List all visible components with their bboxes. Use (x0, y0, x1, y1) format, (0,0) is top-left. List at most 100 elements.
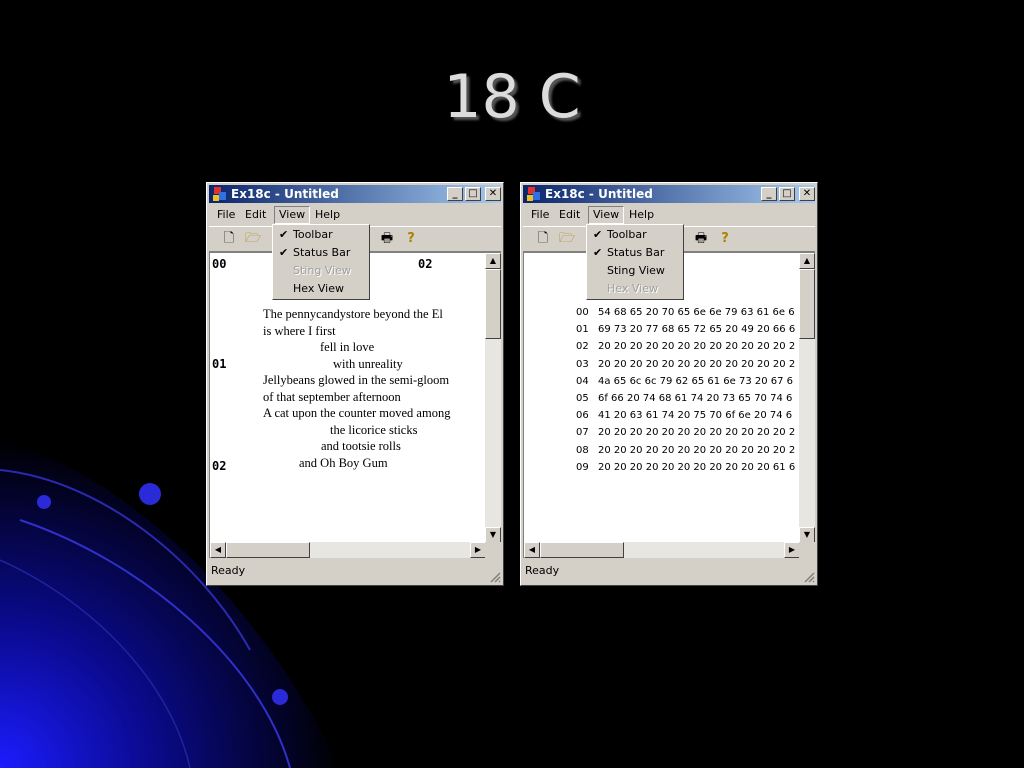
menu-file[interactable]: File (213, 207, 239, 223)
hex-bytes: 20 20 20 20 20 20 20 20 20 20 20 20 2 (598, 341, 796, 353)
slide-title: 18 C (443, 62, 581, 132)
maximize-icon[interactable]: □ (465, 187, 481, 201)
poem-line: and Oh Boy Gum (299, 456, 388, 470)
print-icon[interactable]: 🖶 (691, 230, 711, 248)
help-icon[interactable]: ? (715, 230, 735, 248)
minimize-icon[interactable]: _ (761, 187, 777, 201)
hex-row: 08 20 20 20 20 20 20 20 20 20 20 20 20 2 (576, 445, 795, 456)
view-menu-dropdown: ✔ Toolbar ✔ Status Bar Sting View Hex View (586, 224, 684, 300)
help-icon[interactable]: ? (401, 230, 421, 248)
check-icon: ✔ (593, 246, 603, 259)
scroll-down-icon[interactable]: ▼ (485, 527, 501, 543)
maximize-icon[interactable]: □ (779, 187, 795, 201)
close-icon[interactable]: ✕ (799, 187, 815, 201)
horizontal-scrollbar[interactable]: ◀ ▶ (210, 542, 486, 558)
poem-line: of that september afternoon (263, 390, 401, 404)
menu-item-toolbar[interactable]: ✔ Toolbar (273, 226, 369, 244)
scroll-up-icon[interactable]: ▲ (799, 253, 815, 269)
scroll-left-icon[interactable]: ◀ (524, 542, 540, 558)
menu-item-status-bar[interactable]: ✔ Status Bar (273, 244, 369, 262)
menu-item-label: Sting View (293, 264, 351, 277)
menu-item-label: Sting View (607, 264, 665, 277)
menu-file[interactable]: File (527, 207, 553, 223)
menu-edit[interactable]: Edit (241, 207, 270, 223)
vertical-scroll-thumb[interactable] (799, 269, 815, 339)
title-bar[interactable]: Ex18c - Untitled _ □ ✕ (209, 185, 501, 203)
vertical-scrollbar[interactable]: ▲ ▼ (485, 253, 501, 543)
menu-item-hex-view: Hex View (587, 280, 683, 298)
hex-bytes: 20 20 20 20 20 20 20 20 20 20 20 61 6 (598, 461, 796, 473)
poem-line: The pennycandystore beyond the El (263, 307, 443, 321)
check-icon: ✔ (279, 246, 289, 259)
poem-line: fell in love (320, 340, 375, 354)
scroll-right-icon[interactable]: ▶ (470, 542, 486, 558)
check-icon: ✔ (593, 228, 603, 241)
poem-line: and tootsie rolls (321, 439, 401, 453)
hex-row: 04 4a 65 6c 6c 79 62 65 61 6e 73 20 67 6 (576, 376, 793, 387)
close-icon[interactable]: ✕ (485, 187, 501, 201)
hex-offset: 00 (576, 307, 589, 318)
hex-row: 00 54 68 65 20 70 65 6e 6e 79 63 61 6e 6 (576, 307, 795, 318)
menu-item-toolbar[interactable]: ✔ Toolbar (587, 226, 683, 244)
hex-bytes: 20 20 20 20 20 20 20 20 20 20 20 20 2 (598, 427, 796, 439)
size-grip-icon[interactable] (489, 571, 501, 583)
menu-item-hex-view[interactable]: Hex View (273, 280, 369, 298)
page-marker: 02 (212, 459, 227, 473)
left-app-window[interactable]: Ex18c - Untitled _ □ ✕ File Edit View He… (206, 182, 504, 586)
poem-line: is where I first (263, 324, 336, 338)
print-icon[interactable]: 🖶 (377, 230, 397, 248)
menu-edit[interactable]: Edit (555, 207, 584, 223)
hex-bytes: 69 73 20 77 68 65 72 65 20 49 20 66 6 (598, 324, 796, 336)
view-menu-dropdown: ✔ Toolbar ✔ Status Bar Sting View Hex View (272, 224, 370, 300)
page-marker: 00 (212, 257, 227, 271)
menu-view[interactable]: View (588, 206, 625, 224)
new-file-icon[interactable]: 🗋 (219, 230, 239, 248)
menu-view[interactable]: View (274, 206, 311, 224)
hex-offset: 07 (576, 427, 589, 439)
poem-line: Jellybeans glowed in the semi-gloom (263, 373, 450, 387)
horizontal-scroll-thumb[interactable] (540, 542, 624, 558)
scroll-right-icon[interactable]: ▶ (784, 542, 800, 558)
hex-offset: 08 (576, 444, 589, 456)
size-grip-icon[interactable] (803, 571, 815, 583)
app-icon[interactable] (212, 186, 228, 202)
hex-bytes: 54 68 65 20 70 65 6e 6e 79 63 61 6e 6 (598, 307, 795, 318)
right-app-window[interactable]: Ex18c - Untitled _ □ ✕ File Edit View He… (520, 182, 818, 586)
hex-row: 09 20 20 20 20 20 20 20 20 20 20 20 61 6 (576, 462, 795, 473)
minimize-icon[interactable]: _ (447, 187, 463, 201)
poem-line: A cat upon the counter moved among (263, 406, 451, 420)
open-folder-icon[interactable]: 🗁 (557, 230, 577, 248)
menu-item-status-bar[interactable]: ✔ Status Bar (587, 244, 683, 262)
title-bar[interactable]: Ex18c - Untitled _ □ ✕ (523, 185, 815, 203)
hex-bytes: 41 20 63 61 74 20 75 70 6f 6e 20 74 6 (598, 410, 793, 422)
scroll-corner (799, 542, 815, 558)
hex-offset: 03 (576, 358, 589, 370)
menu-help[interactable]: Help (311, 207, 344, 223)
app-icon[interactable] (526, 186, 542, 202)
page-marker: 02 (418, 257, 433, 271)
menu-item-sting-view[interactable]: Sting View (587, 262, 683, 280)
scroll-down-icon[interactable]: ▼ (799, 527, 815, 543)
open-folder-icon[interactable]: 🗁 (243, 230, 263, 248)
check-icon: ✔ (279, 228, 289, 241)
hex-bytes: 20 20 20 20 20 20 20 20 20 20 20 20 2 (598, 444, 796, 456)
vertical-scrollbar[interactable]: ▲ ▼ (799, 253, 815, 543)
hex-row: 06 41 20 63 61 74 20 75 70 6f 6e 20 74 6 (576, 410, 792, 421)
scroll-up-icon[interactable]: ▲ (485, 253, 501, 269)
horizontal-scrollbar[interactable]: ◀ ▶ (524, 542, 800, 558)
poem-line: the licorice sticks (330, 423, 418, 437)
menu-item-label: Hex View (293, 282, 344, 295)
scroll-left-icon[interactable]: ◀ (210, 542, 226, 558)
hex-bytes: 20 20 20 20 20 20 20 20 20 20 20 20 2 (598, 358, 796, 370)
horizontal-scroll-thumb[interactable] (226, 542, 310, 558)
hex-row: 03 20 20 20 20 20 20 20 20 20 20 20 20 2 (576, 359, 795, 370)
hex-row: 01 69 73 20 77 68 65 72 65 20 49 20 66 6 (576, 324, 795, 335)
menu-item-label: Toolbar (607, 228, 647, 241)
new-file-icon[interactable]: 🗋 (533, 230, 553, 248)
vertical-scroll-thumb[interactable] (485, 269, 501, 339)
menu-help[interactable]: Help (625, 207, 658, 223)
menu-item-label: Toolbar (293, 228, 333, 241)
hex-row: 05 6f 66 20 74 68 61 74 20 73 65 70 74 6 (576, 393, 792, 404)
window-title: Ex18c - Untitled (231, 187, 339, 201)
menu-item-sting-view: Sting View (273, 262, 369, 280)
